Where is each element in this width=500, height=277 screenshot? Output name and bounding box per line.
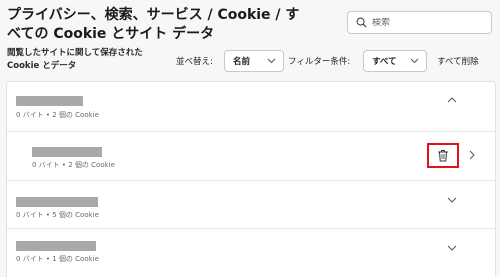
divider	[7, 131, 495, 132]
section-subtitle: 閲覧したサイトに関して保存された Cookie とデータ	[7, 48, 143, 71]
search-input[interactable]	[372, 17, 482, 28]
site-name-redacted	[16, 96, 83, 106]
site-list: 0 バイト • 2 個の Cookie 0 バイト • 2 個の Cookie …	[6, 81, 496, 277]
site-meta: 0 バイト • 2 個の Cookie	[16, 111, 99, 119]
site-meta: 0 バイト • 2 個の Cookie	[32, 161, 115, 169]
site-meta: 0 バイト • 5 個の Cookie	[16, 211, 99, 219]
sort-value: 名前	[233, 57, 251, 67]
page-title: プライバシー、検索、サービス / Cookie / すべての Cookie とサ…	[7, 7, 300, 42]
delete-all-button[interactable]: すべて削除	[437, 55, 479, 67]
chevron-down-icon	[267, 58, 276, 64]
filter-value: すべて	[372, 57, 397, 67]
site-meta: 0 バイト • 1 個の Cookie	[16, 255, 99, 263]
chevron-down-icon[interactable]	[447, 243, 457, 253]
chevron-down-icon[interactable]	[447, 195, 457, 205]
sort-label: 並べ替え:	[176, 57, 213, 67]
filter-dropdown[interactable]: すべて	[363, 50, 427, 72]
chevron-down-icon	[410, 58, 419, 64]
site-name-redacted	[32, 147, 102, 157]
sort-dropdown[interactable]: 名前	[224, 50, 284, 72]
filter-label: フィルター条件:	[288, 57, 351, 67]
trash-icon	[438, 150, 448, 162]
site-name-redacted	[16, 197, 98, 207]
search-box[interactable]	[347, 11, 492, 34]
delete-site-button[interactable]	[427, 143, 459, 168]
divider	[7, 180, 495, 181]
site-name-redacted	[16, 241, 96, 251]
chevron-up-icon[interactable]	[447, 95, 457, 105]
divider	[7, 228, 495, 229]
search-icon	[356, 13, 367, 32]
chevron-right-icon[interactable]	[467, 150, 477, 160]
